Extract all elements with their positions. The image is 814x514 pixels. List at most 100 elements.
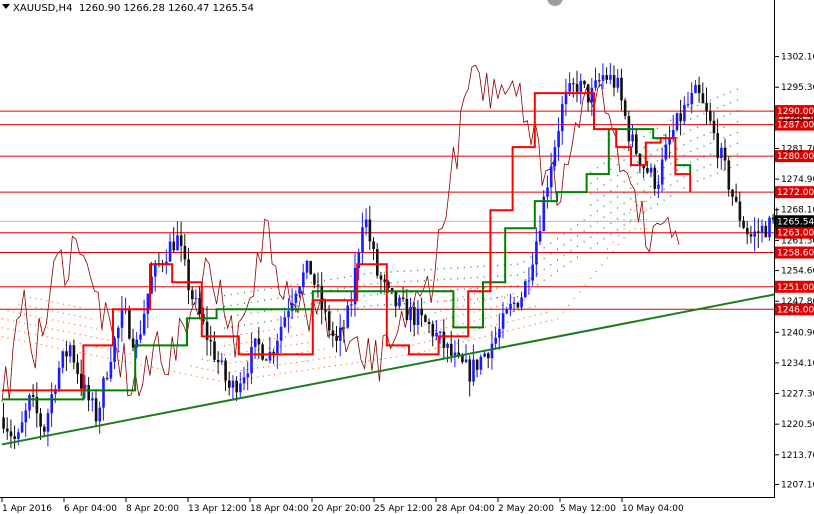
- level-price-label: 1258.60: [777, 249, 814, 259]
- kumo-dot-bear: [323, 357, 325, 359]
- kumo-dot-bull: [723, 104, 725, 107]
- candle-body: [324, 309, 327, 312]
- kumo-dot-bear: [7, 337, 9, 339]
- candle-body: [353, 267, 357, 305]
- kumo-dot-bear: [146, 365, 148, 367]
- kumo-dot-bear: [507, 321, 509, 323]
- candle-body: [709, 111, 712, 121]
- candle-body: [520, 297, 523, 308]
- candle-body: [568, 83, 571, 92]
- kumo-dot-bear: [46, 300, 48, 302]
- kumo-dot-bear: [423, 350, 425, 352]
- kumo-dot-bull: [623, 159, 625, 161]
- time-tick-label: 5 May 12:00: [560, 504, 616, 514]
- kumo-dot-bear: [51, 319, 53, 321]
- kumo-dot-bear: [301, 333, 303, 335]
- kumo-dot-bull: [543, 268, 545, 271]
- kumo-dot-bear: [312, 359, 314, 361]
- candle-body: [239, 383, 242, 393]
- kumo-dot-bear: [518, 309, 520, 311]
- kumo-dot-bull: [383, 293, 385, 295]
- kumo-dot-bull: [243, 291, 245, 294]
- kumo-dot-bull: [443, 278, 445, 281]
- kumo-dot-bear: [51, 346, 53, 348]
- candle-body: [268, 351, 272, 361]
- kumo-dot-bear: [68, 304, 70, 306]
- kumo-dot-bear: [90, 354, 92, 356]
- candle-body: [250, 346, 253, 374]
- kumo-dot-bear: [240, 369, 242, 371]
- chart-header: XAUUSD,H4 1260.90 1266.28 1260.47 1265.5…: [2, 3, 254, 14]
- kumo-dot-bull: [710, 153, 712, 155]
- kumo-dot-bull: [663, 177, 665, 180]
- candle-body: [672, 130, 675, 138]
- kumo-dot-bull: [576, 245, 578, 248]
- kumo-dot-bear: [601, 264, 603, 266]
- candle-body: [246, 373, 250, 378]
- kumo-dot-bull: [417, 269, 419, 272]
- kumo-dot-bear: [307, 369, 309, 371]
- kumo-dot-bull: [557, 270, 558, 272]
- kumo-dot-bear: [51, 301, 53, 303]
- kumo-dot-bull: [410, 270, 412, 272]
- kumo-dot-bull: [650, 185, 652, 188]
- kumo-dot-bull: [596, 242, 598, 245]
- kumo-dot-bull: [603, 194, 605, 197]
- kumo-dot-bear: [590, 277, 592, 279]
- candle-body: [623, 100, 627, 117]
- kumo-dot-bear: [257, 367, 259, 369]
- kumo-dot-bear: [240, 360, 242, 362]
- kumo-dot-bull: [224, 327, 225, 329]
- candle-body: [261, 344, 264, 360]
- candle-body: [605, 75, 608, 80]
- kumo-dot-bull: [670, 195, 672, 197]
- kumo-dot-bear: [579, 291, 581, 293]
- candle-body: [398, 297, 401, 307]
- kumo-dot-bear: [545, 312, 547, 314]
- candle-body: [538, 230, 542, 242]
- candle-body: [694, 84, 697, 93]
- candle-body: [68, 345, 72, 357]
- kumo-dot-bull: [576, 224, 578, 226]
- kumo-dot-bull: [297, 294, 299, 296]
- kumo-dot-bear: [85, 326, 87, 328]
- kumo-dot-bull: [610, 190, 612, 192]
- kumo-dot-bear: [262, 366, 264, 368]
- kumo-dot-bear: [262, 339, 264, 341]
- candle-body: [531, 264, 534, 281]
- kumo-dot-bull: [710, 142, 712, 145]
- kumo-dot-bear: [268, 347, 270, 349]
- kumo-dot-bear: [335, 365, 336, 367]
- kumo-dot-bear: [473, 338, 475, 340]
- kumo-dot-bull: [670, 184, 672, 186]
- kumo-dot-bear: [473, 311, 475, 313]
- kumo-dot-bear: [462, 296, 464, 298]
- kumo-dot-bear: [507, 294, 509, 296]
- kumo-dot-bear: [623, 228, 625, 230]
- kumo-dot-bear: [301, 370, 303, 372]
- kumo-dot-bull: [676, 169, 678, 172]
- kumo-dot-bull: [423, 280, 425, 282]
- kumo-dot-bear: [290, 335, 292, 337]
- kumo-dot-bear: [618, 243, 620, 245]
- kumo-dot-bear: [35, 325, 37, 327]
- kumo-dot-bear: [207, 368, 209, 370]
- kumo-dot-bear: [285, 372, 287, 374]
- kumo-dot-bear: [273, 347, 275, 349]
- kumo-dot-bull: [430, 279, 432, 282]
- candle-body: [572, 83, 575, 85]
- candle-body: [664, 144, 668, 160]
- symbol-label: XAUUSD,H4: [13, 3, 72, 14]
- kumo-dot-bull: [383, 304, 385, 306]
- kumo-dot-bear: [151, 366, 153, 368]
- kumo-dot-bull: [736, 120, 738, 123]
- kumo-dot-bull: [250, 312, 252, 314]
- kumo-dot-bear: [512, 329, 514, 331]
- price-tick-label: 1207.10: [781, 481, 814, 491]
- kumo-dot-bull: [643, 179, 645, 181]
- kumo-dot-bear: [335, 356, 336, 358]
- kumo-dot-bull: [350, 275, 352, 278]
- kumo-dot-bull: [630, 198, 632, 200]
- kumo-dot-bear: [307, 351, 309, 353]
- kumo-dot-bull: [570, 250, 572, 252]
